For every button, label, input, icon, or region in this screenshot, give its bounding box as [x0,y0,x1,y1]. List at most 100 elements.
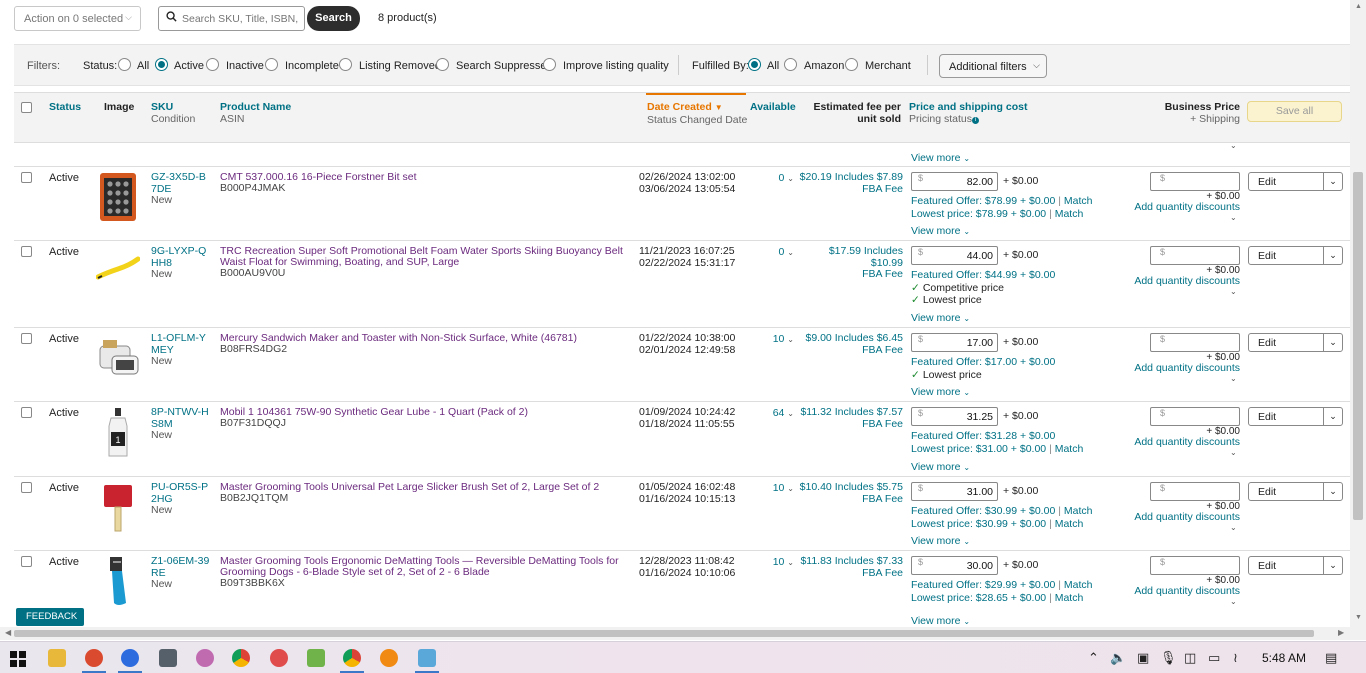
scroll-left-icon[interactable]: ◀ [5,628,11,637]
view-more-link[interactable]: View more ⌄ [911,225,970,237]
info-icon[interactable]: i [972,117,980,124]
select-all-checkbox[interactable] [21,102,32,113]
fee-cell[interactable]: $9.00 Includes $6.45 FBA Fee [794,332,904,356]
slack-icon[interactable] [307,649,325,667]
match-featured-link[interactable]: Match [1064,195,1093,207]
chevron-down-icon[interactable]: ⌄ [1323,557,1342,574]
available-quantity[interactable]: 10 ⌄ [741,482,794,494]
match-featured-link[interactable]: Match [1064,579,1093,591]
chevron-down-icon[interactable]: ⌄ [1230,287,1237,296]
scroll-up-icon[interactable]: ▲ [1355,3,1362,10]
edit-button[interactable]: Edit ⌄ [1248,333,1343,352]
chevron-down-icon[interactable]: ⌄ [1230,597,1237,606]
wifi-icon[interactable]: ≀ [1233,650,1238,666]
product-name-column-header[interactable]: Product Name ASIN [220,101,291,125]
edit-button[interactable]: Edit ⌄ [1248,172,1343,191]
business-price-input[interactable]: $ [1150,172,1240,191]
file-explorer-icon[interactable] [48,649,66,667]
view-more-link[interactable]: View more ⌄ [911,535,970,547]
status-radio-search-suppressed[interactable] [436,58,449,71]
price-input[interactable]: $30.00 [911,556,998,575]
product-image[interactable]: 1 [96,406,140,458]
windows-start-icon[interactable] [10,651,26,667]
price-input[interactable]: $31.00 [911,482,998,501]
product-image[interactable] [96,171,140,223]
business-price-input[interactable]: $ [1150,246,1240,265]
scroll-right-icon[interactable]: ▶ [1338,628,1344,637]
row-select-checkbox[interactable] [21,246,32,257]
taskbar-clock[interactable]: 5:48 AM [1262,651,1306,665]
chevron-down-icon[interactable]: ⌄ [1230,374,1237,383]
available-quantity[interactable]: 10 ⌄ [741,556,794,568]
business-price-input[interactable]: $ [1150,407,1240,426]
business-price-input[interactable]: $ [1150,482,1240,501]
speaker-icon[interactable]: 🔈 [1110,650,1126,666]
product-image[interactable] [96,332,140,384]
fulfilled-radio-merchant[interactable] [845,58,858,71]
chevron-down-icon[interactable]: ⌄ [1323,173,1342,190]
sku-link[interactable]: Z1-06EM-39RE [151,555,211,579]
show-hidden-icons-icon[interactable]: ⌃ [1088,650,1099,666]
sku-link[interactable]: 9G-LYXP-QHH8 [151,245,211,269]
row-select-checkbox[interactable] [21,556,32,567]
sku-link[interactable]: 8P-NTWV-HS8M [151,406,211,430]
bulk-action-select[interactable]: Action on 0 selected ⌵ [14,6,141,31]
screen-capture-icon[interactable]: ◫ [1184,650,1196,666]
wps-icon[interactable] [85,649,103,667]
price-input[interactable]: $31.25 [911,407,998,426]
price-input[interactable]: $82.00 [911,172,998,191]
available-column-header[interactable]: Available [750,101,796,113]
battery-icon[interactable]: ▭ [1208,650,1220,666]
status-column-header[interactable]: Status [49,101,81,113]
save-all-button[interactable]: Save all [1247,101,1342,122]
add-quantity-discounts-link[interactable]: Add quantity discounts [1134,511,1240,523]
meet-now-icon[interactable]: ▣ [1137,650,1149,666]
fee-cell[interactable]: $20.19 Includes $7.89 FBA Fee [794,171,903,195]
chrome-profile-icon[interactable] [343,649,361,667]
product-image[interactable] [96,481,140,533]
sku-link[interactable]: L1-OFLM-YMEY [151,332,211,356]
add-quantity-discounts-link[interactable]: Add quantity discounts [1134,436,1240,448]
additional-filters-button[interactable]: Additional filters ⌵ [939,54,1047,78]
calculator-icon[interactable] [159,649,177,667]
available-quantity[interactable]: 0 ⌄ [741,246,794,258]
notifications-icon[interactable]: ▤ [1325,650,1337,666]
price-column-header[interactable]: Price and shipping cost Pricing status i [909,101,1027,125]
edit-button[interactable]: Edit ⌄ [1248,482,1343,501]
match-lowest-link[interactable]: Match [1055,592,1084,604]
business-price-input[interactable]: $ [1150,333,1240,352]
fee-cell[interactable]: $11.32 Includes $7.57 FBA Fee [794,406,903,430]
row-select-checkbox[interactable] [21,407,32,418]
feedback-button[interactable]: FEEDBACK ✕ [16,608,84,640]
search-box[interactable] [158,6,305,31]
view-more-link[interactable]: View more ⌄ [911,461,970,473]
vertical-scroll-thumb[interactable] [1353,172,1363,520]
status-radio-listing-removed[interactable] [339,58,352,71]
available-quantity[interactable]: 0 ⌄ [741,172,794,184]
horizontal-scrollbar[interactable]: ◀ ▶ [0,627,1350,640]
search-input[interactable] [182,11,300,26]
match-lowest-link[interactable]: Match [1055,518,1084,530]
sku-link[interactable]: PU-OR5S-P2HG [151,481,211,505]
product-image[interactable] [95,245,141,297]
status-radio-active[interactable] [155,58,168,71]
match-featured-link[interactable]: Match [1064,505,1093,517]
chevron-down-icon[interactable]: ⌄ [1230,523,1237,532]
row-select-checkbox[interactable] [21,333,32,344]
notepad-icon[interactable] [418,649,436,667]
chevron-down-icon[interactable]: ⌄ [1230,141,1237,150]
status-radio-incomplete[interactable] [265,58,278,71]
status-radio-inactive[interactable] [206,58,219,71]
fulfilled-radio-all[interactable] [748,58,761,71]
fulfilled-radio-amazon[interactable] [784,58,797,71]
scroll-down-icon[interactable]: ▼ [1355,614,1362,621]
row-select-checkbox[interactable] [21,482,32,493]
add-quantity-discounts-link[interactable]: Add quantity discounts [1134,585,1240,597]
edit-button[interactable]: Edit ⌄ [1248,246,1343,265]
zoom-icon[interactable] [121,649,139,667]
paint-icon[interactable] [196,649,214,667]
view-more-link[interactable]: View more ⌄ [911,615,970,627]
chevron-down-icon[interactable]: ⌄ [1323,483,1342,500]
edit-button[interactable]: Edit ⌄ [1248,556,1343,575]
row-select-checkbox[interactable] [21,172,32,183]
